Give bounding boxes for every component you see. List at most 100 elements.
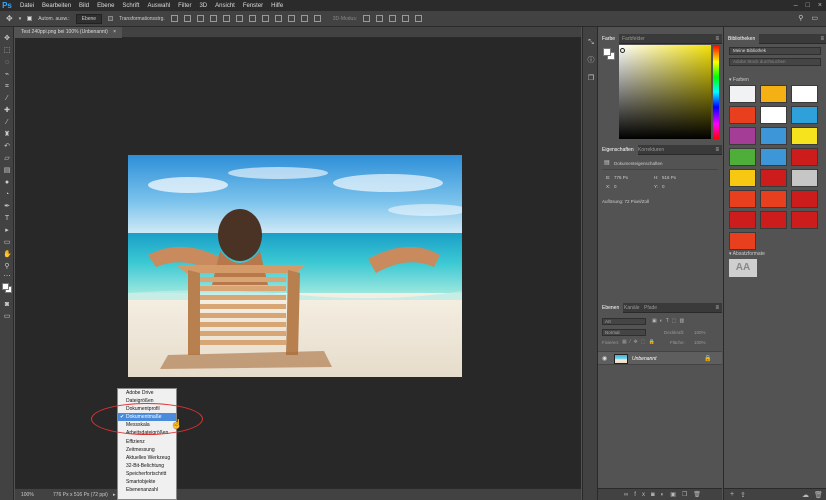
library-color-swatch[interactable] — [791, 169, 818, 187]
cloud-sync-icon[interactable]: ☁ — [802, 491, 809, 499]
status-menu-item[interactable]: Adobe Drive — [118, 389, 176, 397]
tool-preset-chevron-icon[interactable]: ▾ — [19, 16, 22, 22]
library-color-swatch[interactable] — [729, 85, 756, 103]
library-color-swatch[interactable] — [729, 190, 756, 208]
menu-ansicht[interactable]: Ansicht — [215, 3, 235, 9]
clone-stamp-tool-icon[interactable]: ♜ — [3, 131, 11, 139]
foreground-color-swatch[interactable] — [2, 283, 9, 290]
library-color-swatch[interactable] — [760, 106, 787, 124]
info-panel-icon[interactable]: ⓘ — [587, 57, 595, 65]
library-color-swatch[interactable] — [791, 190, 818, 208]
align-center-icon[interactable] — [222, 15, 230, 22]
upload-icon[interactable]: ⇪ — [740, 491, 746, 499]
library-color-swatch[interactable] — [760, 148, 787, 166]
auto-select-checkbox[interactable] — [27, 16, 33, 21]
move-tool-icon[interactable]: ✥ — [6, 14, 13, 23]
library-color-swatch[interactable] — [729, 169, 756, 187]
status-menu-item[interactable]: 32-Bit-Belichtung — [118, 462, 176, 470]
panel-menu-icon[interactable]: ≡ — [820, 34, 824, 44]
stock-search-input[interactable]: Adobe Stock durchsuchen — [729, 58, 821, 66]
library-color-swatch[interactable] — [760, 211, 787, 229]
type-tool-icon[interactable]: T — [3, 215, 11, 223]
layer-row[interactable]: ◉ Unbenannt 🔒 — [598, 351, 722, 365]
library-color-swatch[interactable] — [760, 169, 787, 187]
move-tool-icon[interactable]: ✥ — [3, 35, 11, 43]
status-menu-item[interactable]: Ebenenanzahl — [118, 486, 176, 494]
3d-scale-icon[interactable] — [415, 15, 423, 22]
distribute-middle-icon[interactable] — [261, 15, 269, 22]
3d-pan-icon[interactable] — [389, 15, 397, 22]
align-right-icon[interactable] — [235, 15, 243, 22]
search-icon[interactable]: ⚲ — [798, 14, 803, 22]
hand-tool-icon[interactable]: ✋ — [3, 251, 12, 259]
close-button[interactable]: × — [818, 0, 822, 11]
color-panel-foreground-swatch[interactable] — [603, 48, 611, 56]
width-value[interactable]: 776 Px — [614, 175, 628, 180]
menu-schrift[interactable]: Schrift — [122, 3, 139, 9]
quick-selection-tool-icon[interactable]: ⌁ — [3, 71, 11, 79]
auto-select-dropdown[interactable]: Ebene — [75, 13, 103, 24]
blur-tool-icon[interactable]: ● — [3, 179, 11, 187]
library-dropdown[interactable]: Meine Bibliothek — [729, 47, 821, 55]
distribute-bottom-icon[interactable] — [274, 15, 282, 22]
menu-filter[interactable]: Filter — [178, 3, 191, 9]
quick-mask-icon[interactable]: ◙ — [3, 301, 11, 309]
menu-bearbeiten[interactable]: Bearbeiten — [42, 3, 71, 9]
panel-menu-icon[interactable]: ≡ — [715, 145, 719, 155]
distribute-top-icon[interactable] — [248, 15, 256, 22]
3d-roll-icon[interactable] — [376, 15, 384, 22]
library-color-swatch[interactable] — [791, 106, 818, 124]
blend-mode-dropdown[interactable]: Normal — [602, 329, 646, 336]
panel-menu-icon[interactable]: ≡ — [715, 34, 719, 44]
library-color-swatch[interactable] — [791, 211, 818, 229]
library-color-swatch[interactable] — [760, 85, 787, 103]
status-menu-item[interactable]: Zeitmessung — [118, 446, 176, 454]
eraser-tool-icon[interactable]: ▱ — [3, 155, 11, 163]
align-middle-icon[interactable] — [183, 15, 191, 22]
x-value[interactable]: 0 — [614, 184, 617, 189]
libraries-panel-icon[interactable]: ❐ — [587, 75, 595, 83]
library-color-swatch[interactable] — [729, 106, 756, 124]
align-top-icon[interactable] — [170, 15, 178, 22]
library-color-swatch[interactable] — [791, 127, 818, 145]
healing-brush-tool-icon[interactable]: ✚ — [3, 107, 11, 115]
distribute-left-icon[interactable] — [287, 15, 295, 22]
fill-value[interactable]: 100% — [694, 340, 706, 345]
dodge-tool-icon[interactable]: ◔ — [3, 191, 11, 199]
3d-slide-icon[interactable] — [402, 15, 410, 22]
distribute-center-icon[interactable] — [300, 15, 308, 22]
brush-tool-icon[interactable]: ⁄ — [3, 119, 11, 127]
minimize-button[interactable]: – — [794, 0, 798, 11]
align-bottom-icon[interactable] — [196, 15, 204, 22]
tab-color[interactable]: Farbe — [598, 34, 620, 44]
workspace-icon[interactable]: ▭ — [811, 14, 818, 22]
add-content-icon[interactable]: + — [730, 491, 734, 498]
document-image[interactable] — [128, 155, 462, 377]
layer-filter-input[interactable]: Art — [602, 318, 646, 325]
document-info[interactable]: 776 Px x 516 Px (72 ppi) — [53, 492, 108, 498]
tab-libraries[interactable]: Bibliotheken — [724, 34, 760, 44]
lock-icons[interactable]: ▦⁄✥⬚🔒 — [622, 339, 658, 345]
character-style-tile[interactable]: AA — [729, 259, 757, 277]
menu-3d[interactable]: 3D — [199, 3, 207, 9]
layer-name[interactable]: Unbenannt — [632, 356, 656, 362]
layer-filter-icons[interactable]: ▣◐T⬚▥ — [652, 318, 687, 324]
transform-controls-checkbox[interactable] — [108, 16, 114, 21]
tab-adjustments[interactable]: Korrekturen — [634, 145, 668, 155]
history-brush-tool-icon[interactable]: ↶ — [3, 143, 11, 151]
lasso-tool-icon[interactable]: ◌ — [3, 59, 11, 67]
status-menu-item[interactable]: Aktuelles Werkzeug — [118, 454, 176, 462]
tab-properties[interactable]: Eigenschaften — [598, 145, 638, 155]
color-picker-field[interactable] — [619, 45, 711, 139]
visibility-eye-icon[interactable]: ◉ — [602, 355, 607, 362]
menu-datei[interactable]: Datei — [20, 3, 34, 9]
layer-action-icons[interactable]: ∞fx◙◐▣❐🗑 — [624, 491, 707, 498]
menu-hilfe[interactable]: Hilfe — [271, 3, 283, 9]
distribute-right-icon[interactable] — [313, 15, 321, 22]
document-tab-close-icon[interactable]: × — [113, 29, 116, 35]
more-tools-icon[interactable]: ⋯ — [3, 273, 11, 281]
zoom-level[interactable]: 100% — [21, 492, 34, 498]
gradient-tool-icon[interactable]: ▤ — [3, 167, 11, 175]
library-color-swatch[interactable] — [760, 190, 787, 208]
menu-bild[interactable]: Bild — [79, 3, 89, 9]
